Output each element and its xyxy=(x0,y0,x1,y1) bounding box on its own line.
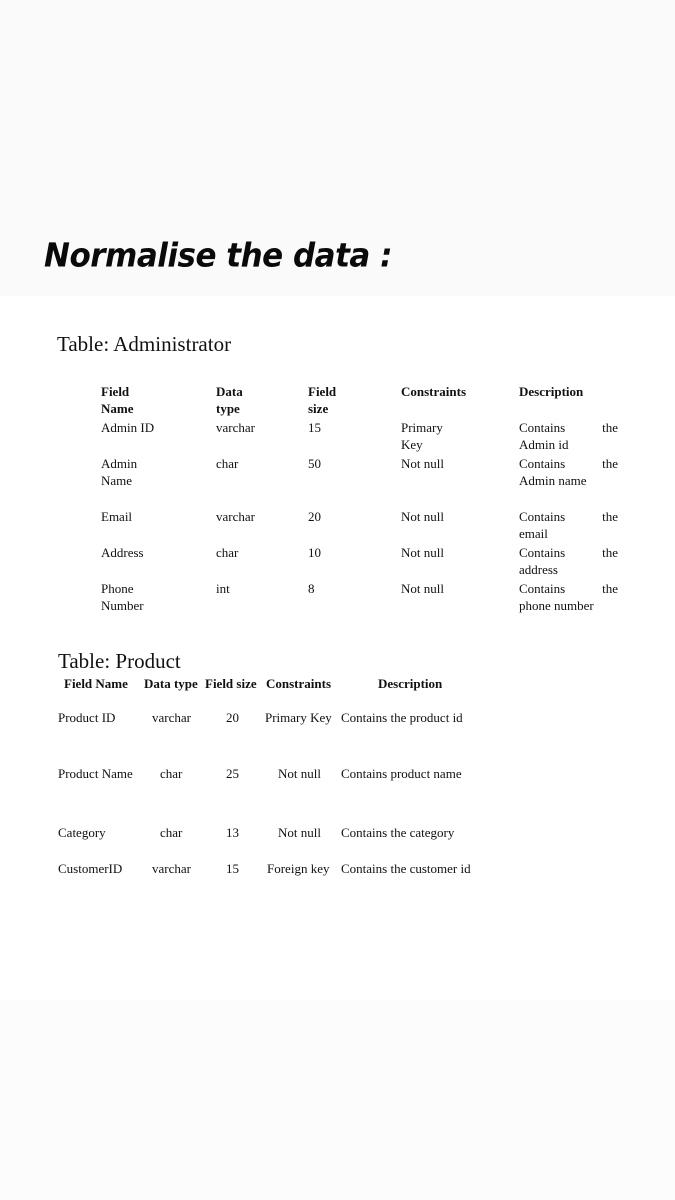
cell-data-type: char xyxy=(160,825,183,840)
header-description: Description xyxy=(378,676,443,691)
header-data-type: Data type xyxy=(216,383,243,417)
cell-constraints: Not null xyxy=(278,766,321,781)
cell-description-word: Contains xyxy=(519,581,566,596)
cell-description-word: Contains xyxy=(519,420,566,435)
cell-description-word: Contains xyxy=(519,545,566,560)
cell-description-line2: address xyxy=(519,562,558,577)
cell-constraints: Not null xyxy=(401,581,444,596)
cell-data-type: char xyxy=(160,766,183,781)
header-constraints: Constraints xyxy=(266,676,332,691)
header-field-size-line1: Field xyxy=(308,384,337,399)
header-data-type-line1: Data xyxy=(216,384,243,399)
cell-constraints-line1: Primary xyxy=(401,420,443,435)
cell-data-type: int xyxy=(216,581,230,596)
cell-description-line2: Admin id xyxy=(519,437,569,452)
cell-data-type: varchar xyxy=(216,509,255,524)
header-field-name: Field Name xyxy=(64,676,128,691)
cell-constraints: Not null xyxy=(401,509,444,524)
cell-description: Contains the Admin name xyxy=(519,455,618,489)
cell-field-size: 20 xyxy=(226,710,239,725)
header-field-name-line1: Field xyxy=(101,384,130,399)
cell-field-size: 25 xyxy=(226,766,239,781)
cell-field-name: Phone Number xyxy=(101,580,144,614)
cell-constraints: Not null xyxy=(401,456,444,471)
cell-field-name: Product Name xyxy=(58,766,133,781)
cell-field-size: 20 xyxy=(308,509,321,524)
cell-data-type: char xyxy=(216,545,239,560)
header-constraints: Constraints xyxy=(401,384,467,399)
cell-field-name: Email xyxy=(101,509,133,524)
cell-field-name-line1: Phone xyxy=(101,581,134,596)
cell-constraints: Foreign key xyxy=(267,861,330,876)
cell-description-word: Contains xyxy=(519,456,566,471)
header-field-size: Field size xyxy=(308,383,336,417)
cell-field-size: 15 xyxy=(308,420,321,435)
cell-field-size: 8 xyxy=(308,581,315,596)
header-field-name-line2: Name xyxy=(101,401,134,416)
cell-field-name-line1: Admin xyxy=(101,456,138,471)
header-data-type-line2: type xyxy=(216,401,240,416)
header-description: Description xyxy=(519,384,584,399)
cell-field-size: 15 xyxy=(226,861,239,876)
cell-description: Contains the product id xyxy=(341,710,463,725)
cell-constraints: Not null xyxy=(278,825,321,840)
cell-description-word: the xyxy=(602,581,618,596)
cell-field-name-line2: Name xyxy=(101,473,133,488)
cell-description-word: the xyxy=(602,420,618,435)
header-field-size: Field size xyxy=(205,676,257,691)
cell-description: Contains the customer id xyxy=(341,861,471,876)
header-field-size-line2: size xyxy=(308,401,329,416)
product-table-title: Table: Product xyxy=(58,649,181,673)
cell-data-type: varchar xyxy=(216,420,255,435)
cell-field-name: Category xyxy=(58,825,106,840)
cell-description: Contains the Admin id xyxy=(519,419,618,453)
cell-data-type: varchar xyxy=(152,710,191,725)
cell-data-type: char xyxy=(216,456,239,471)
cell-description-word: the xyxy=(602,456,618,471)
cell-field-name: CustomerID xyxy=(58,861,123,876)
footer-background xyxy=(0,1000,675,1200)
cell-description: Contains the phone number xyxy=(519,580,618,614)
cell-description-line2: phone number xyxy=(519,598,594,613)
header-field-name: Field Name xyxy=(101,383,134,417)
cell-field-name: Address xyxy=(101,545,144,560)
cell-description-line2: Admin name xyxy=(519,473,587,488)
cell-description-word: Contains xyxy=(519,509,566,524)
administrator-table-title: Table: Administrator xyxy=(57,332,232,356)
header-data-type: Data type xyxy=(144,676,198,691)
cell-field-name: Admin Name xyxy=(101,455,137,489)
cell-constraints-line2: Key xyxy=(401,437,423,452)
cell-field-size: 50 xyxy=(308,456,321,471)
page-title: Normalise the data : xyxy=(44,237,393,275)
cell-field-size: 13 xyxy=(226,825,239,840)
cell-field-name: Product ID xyxy=(58,710,116,725)
cell-data-type: varchar xyxy=(152,861,191,876)
cell-description: Contains the email xyxy=(519,508,618,542)
cell-constraints: Primary Key xyxy=(401,419,443,453)
cell-constraints: Primary Key xyxy=(265,710,332,725)
cell-description-word: the xyxy=(602,509,618,524)
cell-description: Contains product name xyxy=(341,766,462,781)
cell-field-name: Admin ID xyxy=(101,420,155,435)
cell-constraints: Not null xyxy=(401,545,444,560)
cell-field-name-line2: Number xyxy=(101,598,144,613)
cell-description-line2: email xyxy=(519,526,548,541)
cell-field-size: 10 xyxy=(308,545,321,560)
cell-description-word: the xyxy=(602,545,618,560)
cell-description: Contains the address xyxy=(519,544,618,578)
cell-description: Contains the category xyxy=(341,825,455,840)
